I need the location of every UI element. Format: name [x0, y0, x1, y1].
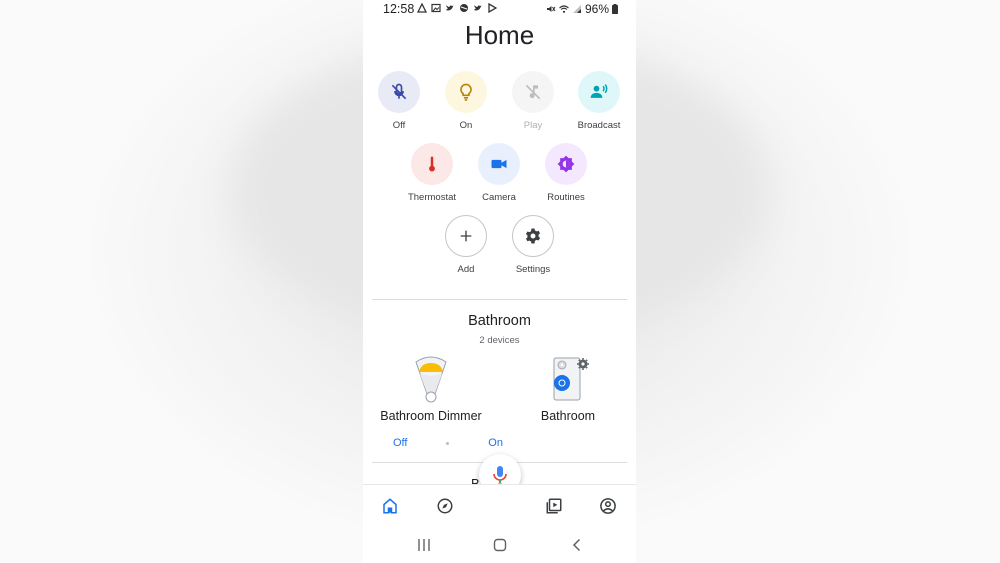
action-settings[interactable]: Settings [493, 215, 573, 275]
status-bar: 12:58 96% [363, 0, 636, 18]
mic-icon [493, 466, 507, 485]
system-navigation [363, 527, 636, 563]
battery-percent: 96% [584, 2, 609, 16]
mic-off-icon [391, 83, 407, 100]
broadcast-icon [590, 84, 608, 98]
account-icon [600, 498, 616, 514]
action-circle [512, 215, 554, 257]
music-off-icon [525, 84, 541, 100]
room-device-count: 2 devices [479, 335, 520, 346]
action-circle [512, 71, 554, 113]
section-divider [372, 299, 627, 300]
thermometer-icon [429, 156, 435, 172]
play-store-icon [488, 3, 497, 13]
home-icon [383, 498, 397, 514]
page-title: Home [464, 20, 535, 50]
compass-icon [437, 498, 453, 514]
twitter-icon [446, 5, 454, 11]
device-card-dimmer[interactable]: Bathroom Dimmer [373, 354, 489, 423]
media-icon [546, 498, 562, 514]
signal-icon [572, 5, 581, 13]
back-button[interactable] [568, 536, 586, 554]
bottom-navigation [363, 484, 636, 528]
lightbulb-icon [460, 83, 472, 101]
browser-icon [460, 4, 468, 12]
mute-icon [546, 6, 556, 12]
recents-icon [418, 539, 430, 551]
home-button[interactable] [491, 536, 509, 554]
nav-media[interactable] [543, 495, 565, 517]
action-circle [445, 71, 487, 113]
status-right: 96% [546, 2, 618, 16]
action-circle [545, 143, 587, 185]
twitter-icon [474, 5, 482, 11]
action-broadcast[interactable]: Broadcast [559, 71, 636, 131]
nav-discover[interactable] [434, 495, 456, 517]
action-circle [478, 143, 520, 185]
battery-icon [612, 4, 618, 14]
device-card-speaker[interactable]: Bathroom [513, 356, 623, 423]
nav-home[interactable] [379, 495, 401, 517]
action-routines[interactable]: Routines [526, 143, 606, 203]
light-bulb-icon [415, 356, 447, 403]
action-circle [578, 71, 620, 113]
home-square-icon [493, 538, 507, 552]
action-label: Settings [515, 264, 551, 275]
recents-button[interactable] [415, 536, 433, 554]
notification-icons [417, 3, 497, 13]
back-icon [572, 538, 581, 552]
dimmer-toggle: Off On [393, 437, 503, 449]
speaker-icon [553, 357, 589, 401]
wifi-icon [559, 5, 569, 13]
nav-account[interactable] [597, 495, 619, 517]
plus-icon [460, 230, 472, 242]
room-title: Bathroom [468, 313, 531, 329]
action-circle [378, 71, 420, 113]
routines-icon [557, 155, 575, 173]
toggle-separator [446, 441, 450, 445]
notification-icon [417, 3, 427, 13]
action-circle [411, 143, 453, 185]
status-time: 12:58 [383, 2, 415, 16]
device-name: Bathroom Dimmer [380, 409, 482, 423]
image-icon [431, 3, 441, 13]
device-name: Bathroom [540, 409, 596, 423]
action-label: Broadcast [577, 120, 621, 131]
dimmer-on-button[interactable]: On [488, 437, 503, 449]
gear-icon [525, 228, 541, 244]
phone-screen: 12:58 96% Home Off On Play Broadcast The… [363, 0, 636, 563]
camera-icon [491, 159, 507, 169]
action-label: Routines [547, 192, 585, 203]
action-circle [445, 215, 487, 257]
dimmer-off-button[interactable]: Off [393, 437, 407, 449]
